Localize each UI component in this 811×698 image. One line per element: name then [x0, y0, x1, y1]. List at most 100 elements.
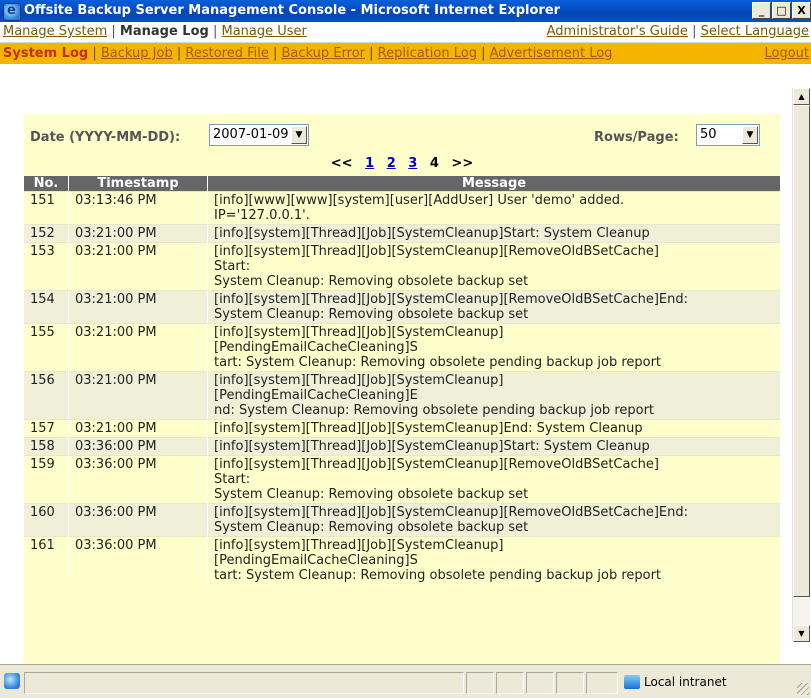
security-zone: Local intranet [622, 672, 792, 694]
rows-per-page-value: 50 [700, 127, 717, 142]
table-body: 151 03:13:46 PM [info][www][www][system][u… [24, 191, 780, 584]
table-row: 153 03:21:00 PM [info][system][Thread][Job… [24, 242, 780, 291]
pager-next[interactable]: >> [451, 156, 473, 171]
date-select[interactable]: 2007-01-09 ▼ [209, 124, 309, 146]
table-header-row: No. Timestamp Message [24, 176, 780, 192]
cell-no: 159 [24, 455, 69, 504]
nav-separator: | [481, 46, 486, 61]
scroll-down-button[interactable]: ▼ [793, 625, 810, 642]
table-row: 155 03:21:00 PM [info][system][Thread][Job… [24, 323, 780, 372]
cell-timestamp: 03:21:00 PM [68, 290, 208, 324]
vertical-scrollbar[interactable]: ▲ ▼ [792, 88, 810, 642]
window-controls: _ □ X [751, 2, 811, 19]
cell-no: 153 [24, 242, 69, 291]
cell-no: 154 [24, 290, 69, 324]
pager-page-2[interactable]: 2 [387, 156, 396, 171]
cell-message: [info][system][Thread][Job][SystemCleanu… [207, 242, 780, 291]
cell-timestamp: 03:21:00 PM [68, 323, 208, 372]
intranet-icon [624, 675, 640, 689]
column-header-no: No. [24, 176, 69, 192]
nav-separator: | [176, 46, 182, 61]
cell-no: 151 [24, 191, 69, 225]
pager-current-page: 4 [429, 156, 439, 171]
table-row: 157 03:21:00 PM [info][system][Thread][Job… [24, 419, 780, 438]
status-cell [466, 672, 494, 694]
cell-timestamp: 03:36:00 PM [68, 536, 208, 584]
column-header-timestamp: Timestamp [68, 176, 208, 192]
scroll-thumb[interactable] [793, 105, 810, 597]
tab-backup-job[interactable]: Backup Job [101, 46, 173, 61]
close-button[interactable]: X [792, 2, 811, 19]
cell-message: [info][system][Thread][Job][SystemCleanu… [207, 323, 780, 372]
cell-message: [info][system][Thread][Job][SystemCleanu… [207, 224, 780, 243]
cell-timestamp: 03:36:00 PM [68, 437, 208, 456]
column-header-message: Message [207, 176, 780, 192]
content-area: Date (YYYY-MM-DD): 2007-01-09 ▼ Rows/Pag… [0, 64, 792, 664]
rows-per-page-label: Rows/Page: [594, 130, 679, 145]
cell-no: 161 [24, 536, 69, 584]
main-nav: Manage System | Manage Log | Manage User… [0, 22, 811, 43]
nav-select-language[interactable]: Select Language [701, 24, 809, 39]
sub-nav: System Log | Backup Job | Restored File … [0, 43, 811, 64]
nav-admin-guide[interactable]: Administrator's Guide [547, 24, 688, 39]
nav-separator: | [272, 46, 278, 61]
cell-message: [info][system][Thread][Job][SystemCleanu… [207, 536, 780, 584]
nav-separator: | [692, 24, 697, 39]
system-log-table: No. Timestamp Message 151 03:13:46 PM [inf… [24, 176, 780, 584]
nav-manage-log[interactable]: Manage Log [120, 24, 209, 39]
cell-message: [info][system][Thread][Job][SystemCleanu… [207, 437, 780, 456]
status-cell [556, 672, 584, 694]
status-text-cell [24, 672, 464, 694]
cell-timestamp: 03:21:00 PM [68, 419, 208, 438]
cell-no: 157 [24, 419, 69, 438]
scroll-up-button[interactable]: ▲ [793, 88, 810, 105]
pager-page-1[interactable]: 1 [365, 156, 374, 171]
cell-timestamp: 03:13:46 PM [68, 191, 208, 225]
table-row: 154 03:21:00 PM [info][system][Thread][Job… [24, 290, 780, 324]
security-zone-label: Local intranet [644, 675, 727, 689]
minimize-button[interactable]: _ [752, 2, 771, 19]
table-row: 152 03:21:00 PM [info][system][Thread][Job… [24, 224, 780, 243]
date-label: Date (YYYY-MM-DD): [30, 130, 181, 145]
pager-page-3[interactable]: 3 [408, 156, 417, 171]
rows-per-page-select[interactable]: 50 ▼ [696, 124, 760, 146]
resize-grip-icon[interactable] [797, 683, 809, 695]
cell-no: 158 [24, 437, 69, 456]
tab-advertisement-log[interactable]: Advertisement Log [490, 46, 613, 61]
chevron-down-icon[interactable]: ▼ [742, 126, 758, 144]
table-row: 151 03:13:46 PM [info][www][www][system][u… [24, 191, 780, 225]
tab-replication-log[interactable]: Replication Log [378, 46, 477, 61]
cell-no: 156 [24, 371, 69, 420]
cell-message: [info][system][Thread][Job][SystemCleanu… [207, 290, 780, 324]
nav-separator: | [111, 24, 116, 39]
cell-message: [info][system][Thread][Job][SystemCleanu… [207, 419, 780, 438]
tab-backup-error[interactable]: Backup Error [282, 46, 365, 61]
pager-prev[interactable]: << [331, 156, 353, 171]
status-cell [496, 672, 524, 694]
cell-message: [info][system][Thread][Job][SystemCleanu… [207, 455, 780, 504]
cell-message: [info][system][Thread][Job][SystemCleanu… [207, 503, 780, 537]
nav-manage-system[interactable]: Manage System [3, 24, 107, 39]
cell-timestamp: 03:21:00 PM [68, 371, 208, 420]
cell-timestamp: 03:36:00 PM [68, 455, 208, 504]
table-row: 156 03:21:00 PM [info][system][Thread][Job… [24, 371, 780, 420]
cell-timestamp: 03:36:00 PM [68, 503, 208, 537]
status-cell [526, 672, 554, 694]
table-row: 160 03:36:00 PM [info][system][Thread][Job… [24, 503, 780, 537]
nav-separator: | [369, 46, 374, 61]
nav-separator: | [92, 46, 97, 61]
tab-system-log[interactable]: System Log [3, 46, 88, 61]
page-status-icon [4, 673, 20, 689]
cell-no: 152 [24, 224, 69, 243]
cell-message: [info][system][Thread][Job][SystemCleanu… [207, 371, 780, 420]
maximize-button[interactable]: □ [772, 2, 791, 19]
ie-icon [3, 3, 21, 21]
logout-link[interactable]: Logout [764, 43, 809, 64]
chevron-down-icon[interactable]: ▼ [291, 126, 307, 144]
tab-restored-file[interactable]: Restored File [185, 46, 268, 61]
date-select-value: 2007-01-09 [213, 127, 289, 142]
status-bar: Local intranet [0, 664, 811, 698]
window-title-bar[interactable]: Offsite Backup Server Management Console… [0, 0, 811, 22]
nav-manage-user[interactable]: Manage User [222, 24, 307, 39]
cell-timestamp: 03:21:00 PM [68, 224, 208, 243]
